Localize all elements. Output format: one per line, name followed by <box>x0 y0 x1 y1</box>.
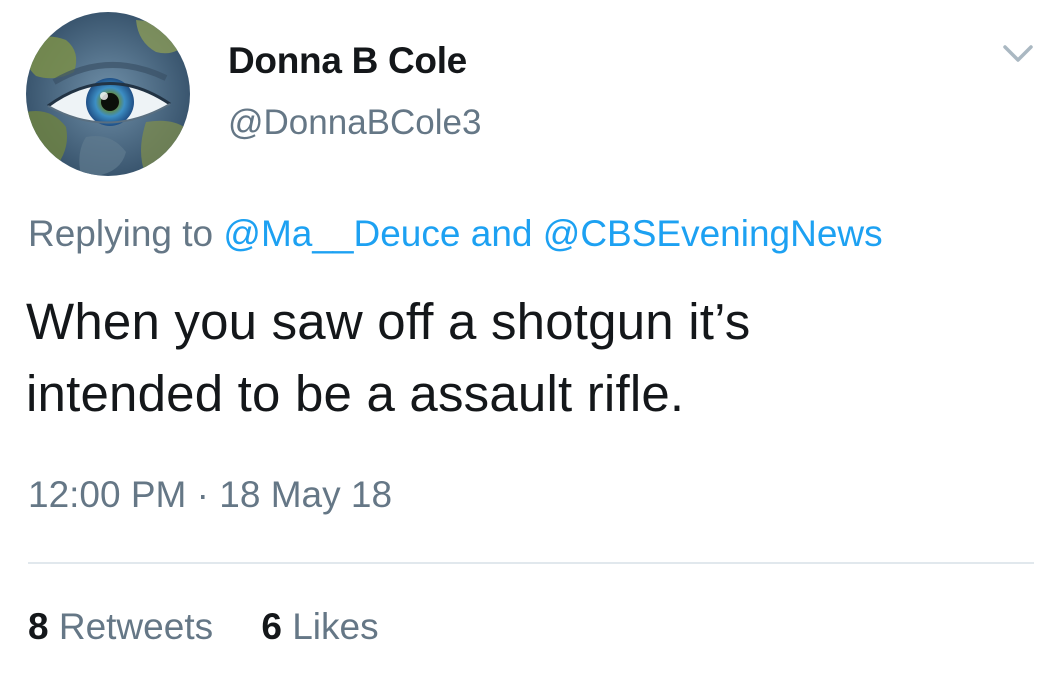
likes-stat[interactable]: 6 Likes <box>261 606 378 648</box>
reply-prefix: Replying to <box>28 213 214 254</box>
chevron-down-icon[interactable] <box>1002 42 1034 66</box>
mention-link-cbseveningnews[interactable]: @CBSEveningNews <box>543 213 883 254</box>
mention-link-ma-deuce[interactable]: @Ma__Deuce <box>223 213 460 254</box>
display-name[interactable]: Donna B Cole <box>228 40 467 82</box>
earth-eye-avatar <box>26 12 190 176</box>
tweet-text-line: intended to be a assault rifle. <box>26 365 685 422</box>
tweet-time: 12:00 PM <box>28 474 187 515</box>
likes-label: Likes <box>292 606 379 647</box>
retweets-stat[interactable]: 8 Retweets <box>28 606 213 648</box>
tweet-date: 18 May 18 <box>219 474 393 515</box>
retweets-label: Retweets <box>58 606 214 647</box>
tweet-text-line: When you saw off a shotgun it’s <box>26 293 751 350</box>
retweets-count: 8 <box>28 606 49 647</box>
divider <box>28 562 1034 564</box>
tweet-timestamp[interactable]: 12:00 PM · 18 May 18 <box>28 474 392 516</box>
user-handle[interactable]: @DonnaBCole3 <box>228 103 481 143</box>
reply-conjunction: and <box>470 213 533 254</box>
likes-count: 6 <box>261 606 282 647</box>
timestamp-separator: · <box>196 474 209 515</box>
tweet-text: When you saw off a shotgun it’s intended… <box>26 286 1016 430</box>
avatar[interactable] <box>26 12 190 176</box>
tweet-stats: 8 Retweets 6 Likes <box>28 606 379 648</box>
reply-context: Replying to @Ma__Deuce and @CBSEveningNe… <box>28 213 883 255</box>
